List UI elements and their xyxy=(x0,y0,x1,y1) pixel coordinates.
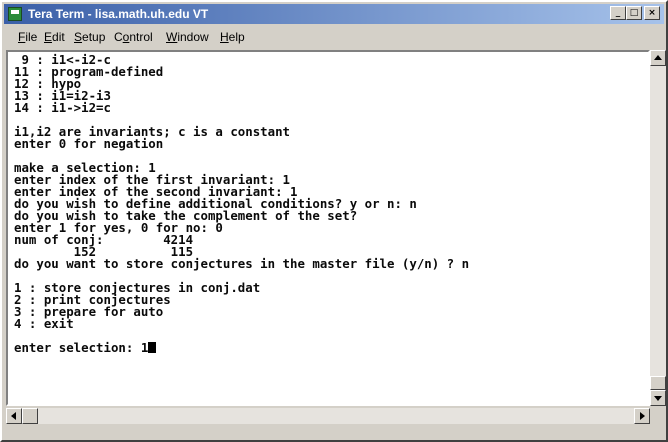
scroll-down-arrow-icon[interactable] xyxy=(650,390,666,406)
maximize-button[interactable]: □ xyxy=(626,6,642,20)
vertical-scrollbar[interactable] xyxy=(650,50,666,406)
terminal-line: 4 : exit xyxy=(14,316,74,331)
menu-edit-label: dit xyxy=(52,30,65,44)
menu-help-mnemonic: H xyxy=(220,30,229,44)
scroll-left-arrow-icon[interactable] xyxy=(6,408,22,424)
menu-setup-mnemonic: S xyxy=(74,30,83,44)
menu-setup-label: etup xyxy=(82,30,106,44)
menu-file[interactable]: File xyxy=(18,26,37,48)
menu-help-label: elp xyxy=(228,30,245,44)
terminal-line: 14 : i1->i2=c xyxy=(14,100,111,115)
menu-edit-mnemonic: E xyxy=(44,30,53,44)
vertical-scroll-thumb[interactable] xyxy=(650,376,666,390)
terminal-line: do you want to store conjectures in the … xyxy=(14,256,470,271)
menu-window-label: indow xyxy=(177,30,209,44)
horizontal-scrollbar[interactable] xyxy=(6,408,650,424)
minimize-button[interactable]: _ xyxy=(610,6,626,20)
horizontal-scroll-thumb[interactable] xyxy=(22,408,38,424)
text-cursor xyxy=(148,342,157,353)
terminal-prompt-line: enter selection: 1 xyxy=(14,340,149,355)
menu-bar: File Edit Setup Control Window Help xyxy=(4,26,664,48)
menu-control-label: ntrol xyxy=(129,30,153,44)
terminal-screen[interactable]: 9 : i1<-i2-c 11 : program-defined 12 : h… xyxy=(6,50,650,406)
menu-control-prefix: C xyxy=(114,30,123,44)
menu-setup[interactable]: Setup xyxy=(74,26,105,48)
resize-grip[interactable] xyxy=(650,408,666,424)
window-title: Tera Term - lisa.math.uh.edu VT xyxy=(28,7,209,21)
close-button[interactable]: × xyxy=(644,6,660,20)
menu-file-label: ile xyxy=(25,30,38,44)
terminal-window: Tera Term - lisa.math.uh.edu VT _ □ × Fi… xyxy=(0,0,668,442)
menu-help[interactable]: Help xyxy=(220,26,245,48)
menu-window-mnemonic: W xyxy=(166,30,178,44)
terminal-output: 9 : i1<-i2-c 11 : program-defined 12 : h… xyxy=(14,53,470,355)
terminal-line: enter 0 for negation xyxy=(14,136,164,151)
scroll-up-arrow-icon[interactable] xyxy=(650,50,666,66)
menu-edit[interactable]: Edit xyxy=(44,26,65,48)
menu-window[interactable]: Window xyxy=(166,26,209,48)
teraterm-app-icon[interactable] xyxy=(8,7,22,21)
title-bar[interactable]: Tera Term - lisa.math.uh.edu VT _ □ × xyxy=(4,4,664,24)
scroll-right-arrow-icon[interactable] xyxy=(634,408,650,424)
menu-control[interactable]: Control xyxy=(114,26,153,48)
